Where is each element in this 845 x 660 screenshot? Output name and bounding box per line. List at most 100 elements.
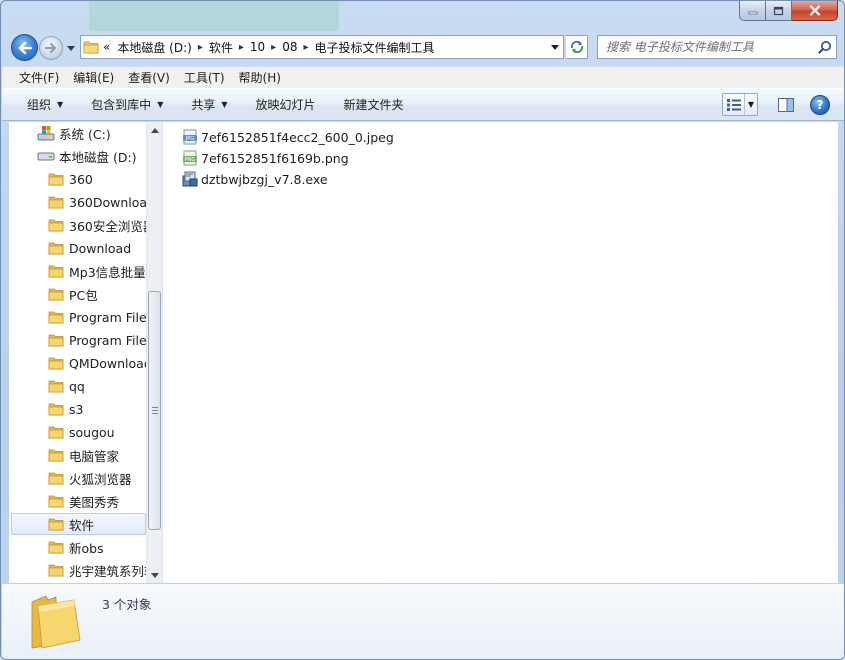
back-button[interactable]	[11, 34, 38, 61]
folder-icon	[47, 309, 65, 325]
menu-file[interactable]: 文件(F)	[12, 69, 66, 86]
minimize-icon	[748, 11, 757, 14]
slideshow-label: 放映幻灯片	[255, 98, 316, 112]
nav-item-label: Program Files	[69, 309, 146, 325]
folder-large-icon	[26, 590, 86, 650]
nav-scrollbar[interactable]	[146, 122, 162, 583]
item-count: 3 个对象	[102, 597, 152, 612]
folder-icon	[47, 516, 65, 532]
caption-buttons	[739, 1, 838, 21]
slideshow-button[interactable]: 放映幻灯片	[247, 93, 325, 117]
nav-item[interactable]: 360	[47, 168, 93, 190]
chevron-up-icon	[151, 127, 159, 133]
file-item[interactable]: PNG 7ef6152851f6169b.png	[181, 148, 349, 168]
address-history-dropdown[interactable]	[547, 36, 563, 58]
menu-view[interactable]: 查看(V)	[121, 69, 177, 86]
folder-icon	[81, 36, 101, 58]
nav-item[interactable]: 360Downloads	[47, 191, 146, 213]
chevron-down-icon[interactable]: ▼	[745, 100, 757, 109]
nav-item-label: 新obs	[69, 540, 104, 556]
forward-button[interactable]	[39, 36, 63, 60]
menu-help[interactable]: 帮助(H)	[232, 69, 288, 86]
nav-item[interactable]: Program Files (x86)	[47, 329, 146, 351]
nav-item-label: 系统 (C:)	[59, 126, 111, 142]
nav-item[interactable]: 新obs	[47, 536, 104, 558]
view-details-icon[interactable]	[723, 94, 745, 115]
nav-item[interactable]: 本地磁盘 (D:)	[37, 145, 137, 167]
nav-item[interactable]: sougou	[47, 421, 115, 443]
breadcrumb-separator[interactable]: ▸	[300, 42, 311, 53]
menu-edit[interactable]: 编辑(E)	[66, 69, 121, 86]
nav-item[interactable]: s3	[47, 398, 83, 420]
preview-pane-button[interactable]	[774, 93, 798, 116]
menu-bar: 文件(F) 编辑(E) 查看(V) 工具(T) 帮助(H)	[2, 66, 844, 88]
nav-item-label: qq	[69, 378, 85, 394]
address-bar[interactable]: « 本地磁盘 (D:) ▸ 软件 ▸ 10 ▸ 08 ▸ 电子投标文件编制工具	[80, 35, 564, 59]
scroll-down-button[interactable]	[147, 567, 163, 583]
folder-icon	[47, 263, 65, 279]
folder-icon	[47, 171, 65, 187]
breadcrumb-drive[interactable]: 本地磁盘 (D:)	[114, 39, 194, 56]
svg-text:JPG: JPG	[185, 136, 194, 142]
search-box[interactable]	[597, 35, 837, 59]
folder-icon	[47, 217, 65, 233]
nav-item[interactable]: 火狐浏览器	[47, 467, 132, 489]
nav-item[interactable]: 美图秀秀	[47, 490, 119, 512]
breadcrumb-overflow[interactable]: «	[101, 40, 114, 54]
new-folder-button[interactable]: 新建文件夹	[335, 93, 413, 117]
include-in-library-button[interactable]: 包含到库中 ▼	[82, 93, 172, 117]
search-input[interactable]	[598, 37, 814, 57]
nav-item-label: Mp3信息批量修改	[69, 264, 146, 280]
png-file-icon: PNG	[181, 149, 199, 167]
breadcrumb-current[interactable]: 电子投标文件编制工具	[312, 39, 438, 56]
nav-item[interactable]: 电脑管家	[47, 444, 119, 466]
explorer-window: « 本地磁盘 (D:) ▸ 软件 ▸ 10 ▸ 08 ▸ 电子投标文件编制工具 …	[0, 0, 845, 660]
file-name: 7ef6152851f6169b.png	[201, 150, 349, 166]
nav-item[interactable]: PC包	[47, 283, 98, 305]
nav-item[interactable]: 软件	[11, 513, 146, 535]
nav-item[interactable]: QMDownload	[47, 352, 146, 374]
change-view-button[interactable]: ▼	[722, 93, 758, 116]
minimize-button[interactable]	[739, 1, 766, 21]
nav-item[interactable]: 系统 (C:)	[37, 122, 111, 144]
breadcrumb-10[interactable]: 10	[247, 40, 268, 54]
share-label: 共享	[191, 98, 216, 112]
nav-item[interactable]: Mp3信息批量修改	[47, 260, 146, 282]
menu-tools[interactable]: 工具(T)	[177, 69, 232, 86]
nav-item[interactable]: 兆宇建筑系列软件	[47, 559, 146, 581]
share-button[interactable]: 共享 ▼	[182, 93, 236, 117]
nav-item[interactable]: Download	[47, 237, 131, 259]
folder-icon	[47, 355, 65, 371]
folder-icon	[47, 286, 65, 302]
nav-item[interactable]: qq	[47, 375, 85, 397]
scroll-up-button[interactable]	[147, 122, 163, 138]
file-item[interactable]: JPG 7ef6152851f4ecc2_600_0.jpeg	[181, 127, 394, 147]
organize-button[interactable]: 组织 ▼	[18, 93, 72, 117]
file-list: JPG 7ef6152851f4ecc2_600_0.jpeg PNG 7ef6152…	[166, 122, 838, 583]
nav-item-label: 电脑管家	[69, 448, 120, 464]
forward-arrow-icon	[45, 43, 56, 53]
recent-pages-dropdown[interactable]	[66, 43, 76, 53]
nav-item-label: 360安全浏览器下载	[69, 218, 146, 234]
breadcrumb-separator[interactable]: ▸	[268, 42, 279, 53]
folder-icon	[47, 470, 65, 486]
breadcrumb-separator[interactable]: ▸	[236, 42, 247, 53]
folder-icon	[47, 401, 65, 417]
nav-item[interactable]: 360安全浏览器下载	[47, 214, 146, 236]
refresh-button[interactable]	[566, 35, 588, 59]
breadcrumb-separator[interactable]: ▸	[195, 42, 206, 53]
maximize-button[interactable]	[766, 1, 792, 21]
close-button[interactable]	[792, 1, 838, 21]
preview-pane-icon	[778, 97, 794, 112]
nav-item[interactable]: Program Files	[47, 306, 146, 328]
scroll-thumb[interactable]	[148, 291, 161, 530]
file-item[interactable]: dztbwjbzgj_v7.8.exe	[181, 169, 328, 189]
nav-item-label: 火狐浏览器	[69, 471, 132, 487]
drive-icon	[37, 148, 55, 164]
details-pane: 3 个对象	[2, 583, 844, 659]
breadcrumb-software[interactable]: 软件	[206, 39, 236, 56]
refresh-icon	[570, 40, 583, 54]
breadcrumb-08[interactable]: 08	[279, 40, 300, 54]
help-button[interactable]: ?	[810, 94, 830, 115]
search-icon[interactable]	[814, 36, 836, 58]
